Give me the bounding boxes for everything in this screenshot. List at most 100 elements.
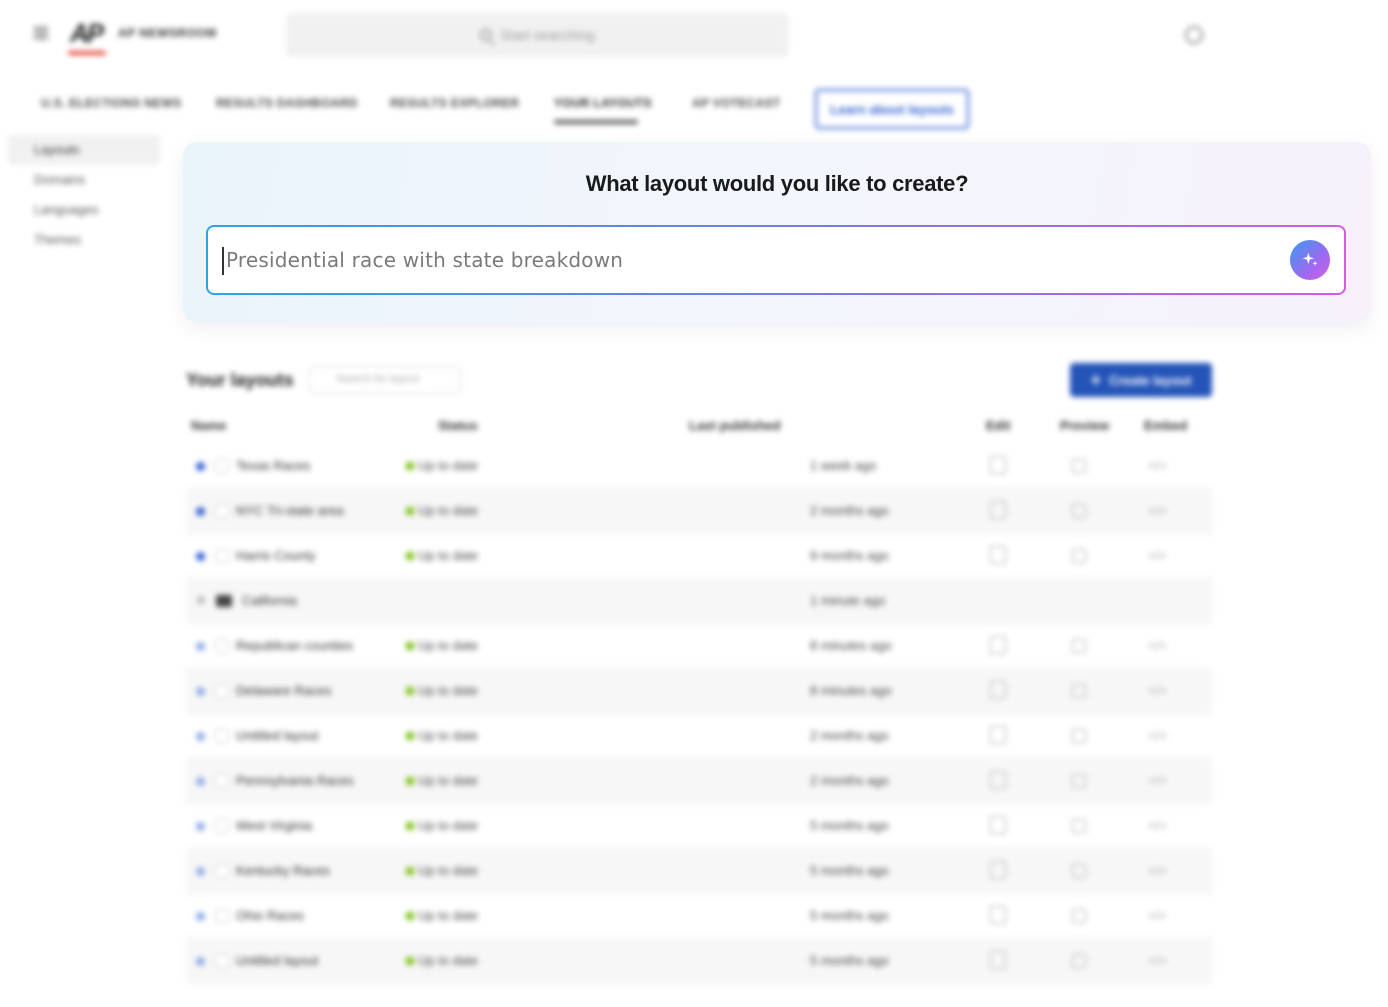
expand-icon[interactable]: ⊕ [196,593,206,607]
status-badge: Up to date [406,548,478,563]
layout-name[interactable]: NYC Tri-state area [236,503,344,518]
preview-icon[interactable] [1072,549,1086,563]
status-text: Up to date [418,908,478,923]
sidebar-item-domains[interactable]: Domains [8,165,160,195]
row-select-radio[interactable] [214,863,230,879]
preview-icon[interactable] [1072,864,1086,878]
row-select-radio[interactable] [214,818,230,834]
preview-icon[interactable] [1072,819,1086,833]
layout-name[interactable]: Texas Races [236,458,310,473]
edit-icon[interactable] [990,906,1006,924]
sidebar-item-languages[interactable]: Languages [8,195,160,225]
row-select-radio[interactable] [214,908,230,924]
edit-icon[interactable] [990,546,1006,564]
create-layout-button[interactable]: + Create layout [1070,363,1212,397]
table-row[interactable]: Untitled layout Up to date 2 months ago </> [186,714,1212,759]
embed-icon[interactable]: </> [1148,683,1167,698]
table-row[interactable]: West Virginia Up to date 5 months ago </> [186,804,1212,849]
edit-icon[interactable] [990,501,1006,519]
table-row[interactable]: Ohio Races Up to date 5 months ago </> [186,894,1212,939]
status-text: Up to date [418,818,478,833]
table-row[interactable]: Harris County Up to date 9 months ago </> [186,534,1212,579]
preview-icon[interactable] [1072,774,1086,788]
table-row[interactable]: NYC Tri-state area Up to date 2 months ago… [186,489,1212,534]
layout-name[interactable]: Untitled layout [236,728,318,743]
tab-your-layouts[interactable]: YOUR LAYOUTS [554,96,652,110]
row-select-radio[interactable] [214,773,230,789]
edit-icon[interactable] [990,771,1006,789]
sidebar-item-layouts[interactable]: Layouts [8,135,160,165]
menu-icon[interactable] [34,27,48,39]
embed-icon[interactable]: </> [1148,728,1167,743]
status-badge: Up to date [406,503,478,518]
layout-name[interactable]: Kentucky Races [236,863,330,878]
embed-icon[interactable]: </> [1148,818,1167,833]
preview-icon[interactable] [1072,954,1086,968]
row-select-radio[interactable] [214,503,230,519]
status-badge: Up to date [406,683,478,698]
ap-logo[interactable]: AP [70,18,104,49]
layout-name[interactable]: Republican counties [236,638,353,653]
help-icon[interactable] [1185,26,1203,44]
layout-name[interactable]: Ohio Races [236,908,304,923]
preview-icon[interactable] [1072,729,1086,743]
row-select-radio[interactable] [214,683,230,699]
edit-icon[interactable] [990,681,1006,699]
embed-icon[interactable]: </> [1148,548,1167,563]
embed-icon[interactable]: </> [1148,638,1167,653]
global-search[interactable]: Start searching [286,13,789,57]
learn-about-layouts-button[interactable]: Learn about layouts [815,89,969,129]
embed-icon[interactable]: </> [1148,503,1167,518]
layout-name[interactable]: Delaware Races [236,683,331,698]
row-select-radio[interactable] [214,458,230,474]
table-row[interactable]: Kentucky Races Up to date 5 months ago </> [186,849,1212,894]
ai-prompt-field[interactable] [206,225,1346,295]
table-row[interactable]: Pennsylvania Races Up to date 2 months ago… [186,759,1212,804]
layout-name[interactable]: California [242,593,297,608]
tab-ap-votecast[interactable]: AP VOTECAST [692,96,780,110]
embed-icon[interactable]: </> [1148,908,1167,923]
table-row[interactable]: ⊕ California 1 minute ago [186,579,1212,624]
embed-icon[interactable]: </> [1148,773,1167,788]
embed-icon[interactable]: </> [1148,863,1167,878]
column-header-name[interactable]: Name [191,418,226,438]
layout-name[interactable]: West Virginia [236,818,312,833]
layout-name[interactable]: Untitled layout [236,953,318,968]
column-header-last-published[interactable]: Last published [689,418,781,438]
edit-icon[interactable] [990,636,1006,654]
table-row[interactable]: Texas Races Up to date 1 week ago </> [186,444,1212,489]
tab-election-news[interactable]: U.S. ELECTIONS NEWS [41,96,181,110]
sidebar-item-themes[interactable]: Themes [8,225,160,255]
edit-icon[interactable] [990,951,1006,969]
tab-results-explorer[interactable]: RESULTS EXPLORER [390,96,519,110]
layout-name[interactable]: Pennsylvania Races [236,773,354,788]
ai-prompt-input[interactable] [226,227,1266,293]
search-icon [480,29,493,41]
preview-icon[interactable] [1072,684,1086,698]
column-header-status[interactable]: Status [438,418,478,438]
tab-results-dashboard[interactable]: RESULTS DASHBOARD [216,96,358,110]
table-row[interactable]: Republican counties Up to date 8 minutes a… [186,624,1212,669]
preview-icon[interactable] [1072,639,1086,653]
edit-icon[interactable] [990,861,1006,879]
layout-search-input[interactable]: Search for layout [309,366,461,394]
generate-sparkle-button[interactable] [1290,240,1330,280]
edit-icon[interactable] [990,456,1006,474]
edit-icon[interactable] [990,816,1006,834]
status-badge: Up to date [406,908,478,923]
table-row[interactable]: Untitled layout Up to date 5 months ago </> [186,939,1212,984]
row-select-radio[interactable] [214,953,230,969]
layout-name[interactable]: Harris County [236,548,315,563]
preview-icon[interactable] [1072,909,1086,923]
edit-icon[interactable] [990,726,1006,744]
preview-icon[interactable] [1072,504,1086,518]
table-row[interactable]: Delaware Races Up to date 8 minutes ago </> [186,669,1212,714]
row-select-radio[interactable] [214,728,230,744]
row-select-radio[interactable] [214,638,230,654]
embed-icon[interactable]: </> [1148,458,1167,473]
last-published: 2 months ago [810,503,889,518]
row-select-radio[interactable] [214,548,230,564]
global-search-placeholder: Start searching [500,27,595,43]
preview-icon[interactable] [1072,459,1086,473]
embed-icon[interactable]: </> [1148,953,1167,968]
